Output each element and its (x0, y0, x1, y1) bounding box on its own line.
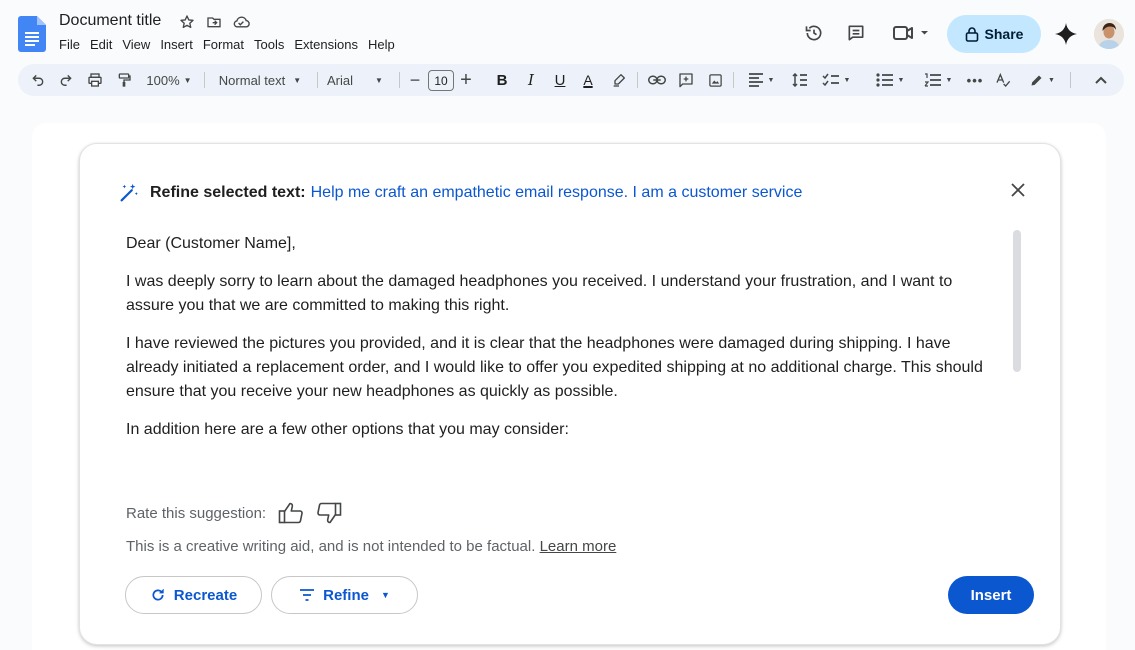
suggestion-paragraph: In addition here are a few other options… (126, 421, 569, 438)
disclaimer-text: This is a creative writing aid, and is n… (126, 538, 536, 555)
font-value: Arial (327, 72, 354, 88)
redo-icon[interactable] (58, 64, 74, 96)
align-select[interactable]: ▼ (743, 64, 779, 96)
bold-icon[interactable]: B (494, 64, 510, 96)
refine-button-label: Refine (323, 586, 369, 604)
underline-icon[interactable]: U (552, 64, 568, 96)
editing-mode-select[interactable]: ▼ (1024, 64, 1060, 96)
bulleted-list-select[interactable]: ▼ (870, 64, 910, 96)
refine-dialog: Refine selected text: Help me craft an e… (79, 143, 1061, 645)
version-history-icon[interactable] (803, 22, 825, 44)
chevron-down-icon: ▼ (293, 75, 302, 85)
zoom-value: 100% (146, 72, 180, 88)
share-button[interactable]: Share (947, 15, 1041, 53)
comments-icon[interactable] (845, 22, 867, 44)
more-options-icon[interactable]: ••• (966, 64, 984, 96)
formatting-toolbar: 100% ▼ Normal text ▼ Arial ▼ − 10 + B I … (18, 64, 1124, 96)
decrease-font-size-icon[interactable]: − (407, 64, 423, 96)
avatar[interactable] (1094, 19, 1124, 49)
divider (399, 72, 400, 88)
refresh-icon (150, 587, 166, 603)
font-select[interactable]: Arial ▼ (327, 64, 397, 96)
menu-help[interactable]: Help (368, 37, 401, 52)
style-select[interactable]: Normal text ▼ (214, 64, 306, 96)
text-color-icon[interactable]: A (580, 64, 596, 96)
star-icon[interactable] (178, 13, 196, 31)
paint-format-icon[interactable] (115, 64, 133, 96)
suggestion-text: Dear (Customer Name], I was deeply sorry… (126, 232, 996, 456)
divider (204, 72, 205, 88)
menu-tools[interactable]: Tools (254, 37, 290, 52)
divider (317, 72, 318, 88)
suggestion-paragraph: Dear (Customer Name], (126, 235, 296, 252)
chevron-down-icon: ▼ (375, 75, 383, 85)
chevron-down-icon: ▼ (897, 76, 905, 84)
menu-edit[interactable]: Edit (90, 37, 118, 52)
style-value: Normal text (218, 72, 286, 88)
link-icon[interactable] (647, 64, 667, 96)
suggestion-paragraph: I was deeply sorry to learn about the da… (126, 273, 953, 314)
docs-logo-icon[interactable] (18, 16, 46, 52)
zoom-select[interactable]: 100% ▼ (144, 64, 194, 96)
share-label: Share (984, 26, 1024, 42)
thumbs-up-icon[interactable] (278, 502, 304, 524)
recreate-button[interactable]: Recreate (125, 576, 262, 614)
menu-view[interactable]: View (122, 37, 156, 52)
filter-icon (299, 588, 315, 602)
chevron-down-icon: ▼ (945, 76, 953, 84)
refine-label: Refine selected text: (150, 184, 306, 201)
lock-icon (965, 26, 979, 42)
caret-down-icon: ▼ (380, 590, 390, 600)
collapse-menus-icon[interactable] (1092, 64, 1110, 96)
app-header: Document title File Edit View Insert For… (0, 0, 1135, 62)
line-spacing-icon[interactable] (790, 64, 810, 96)
divider (733, 72, 734, 88)
checklist-select[interactable]: ▼ (816, 64, 856, 96)
spellcheck-icon[interactable] (994, 64, 1012, 96)
close-icon[interactable] (1006, 178, 1030, 202)
menu-extensions[interactable]: Extensions (294, 37, 364, 52)
undo-icon[interactable] (30, 64, 46, 96)
gemini-sparkle-icon[interactable] (1054, 22, 1078, 46)
rate-label: Rate this suggestion: (126, 504, 267, 522)
refine-header: Refine selected text: Help me craft an e… (118, 182, 802, 204)
chevron-down-icon: ▼ (767, 76, 775, 84)
cloud-status-icon[interactable] (232, 13, 250, 31)
menu-format[interactable]: Format (203, 37, 250, 52)
suggestion-paragraph: I have reviewed the pictures you provide… (126, 335, 983, 400)
move-folder-icon[interactable] (205, 13, 223, 31)
menu-file[interactable]: File (59, 37, 86, 52)
refine-button[interactable]: Refine ▼ (271, 576, 418, 614)
add-comment-icon[interactable] (677, 64, 695, 96)
italic-icon[interactable]: I (523, 64, 539, 96)
scrollbar[interactable] (1013, 230, 1021, 372)
insert-image-icon[interactable] (706, 64, 724, 96)
disclaimer: This is a creative writing aid, and is n… (126, 538, 616, 555)
divider (637, 72, 638, 88)
recreate-label: Recreate (173, 586, 238, 604)
chevron-down-icon: ▼ (843, 76, 851, 84)
rate-row: Rate this suggestion: (126, 502, 342, 524)
thumbs-down-icon[interactable] (316, 502, 342, 524)
chevron-down-icon: ▼ (1048, 76, 1055, 84)
chevron-down-icon: ▼ (183, 75, 192, 85)
increase-font-size-icon[interactable]: + (458, 64, 474, 96)
divider (1070, 72, 1071, 88)
numbered-list-select[interactable]: ▼ (918, 64, 958, 96)
meet-icon[interactable] (891, 22, 931, 44)
learn-more-link[interactable]: Learn more (540, 538, 617, 555)
highlight-icon[interactable] (610, 64, 628, 96)
font-size-input[interactable]: 10 (428, 70, 454, 91)
document-title[interactable]: Document title (59, 12, 161, 30)
insert-button[interactable]: Insert (948, 576, 1034, 614)
magic-wand-icon (118, 182, 140, 204)
menu-insert[interactable]: Insert (160, 37, 199, 52)
print-icon[interactable] (86, 64, 104, 96)
refine-prompt[interactable]: Help me craft an empathetic email respon… (311, 184, 803, 202)
menu-bar: File Edit View Insert Format Tools Exten… (59, 37, 405, 52)
